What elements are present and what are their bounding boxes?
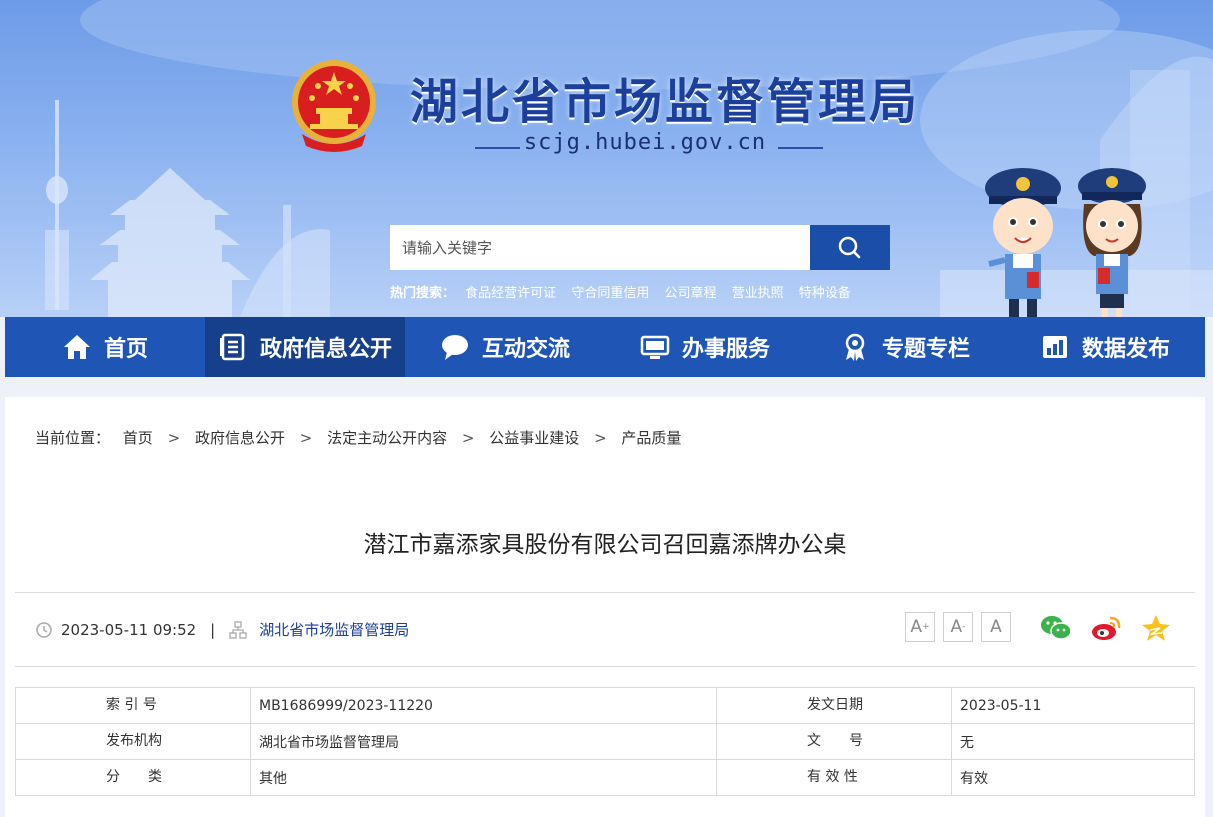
font-decrease-button[interactable]: A- — [943, 612, 973, 642]
info-value: 无 — [951, 723, 1195, 760]
hot-search-link[interactable]: 特种设备 — [799, 286, 851, 301]
bar-chart-icon — [1042, 336, 1067, 358]
nav-item-services[interactable]: 办事服务 — [605, 317, 805, 377]
main-nav: 首页 政府信息公开 互动交流 办事服务 专题专栏 数据发布 — [5, 317, 1205, 377]
font-decrease-sup: - — [962, 622, 966, 632]
publish-datetime: 2023-05-11 09:52 — [61, 620, 197, 639]
nav-item-gov-info[interactable]: 政府信息公开 — [205, 317, 405, 377]
font-increase-sup: + — [922, 622, 930, 632]
info-label: 有 效 性 — [716, 759, 952, 796]
breadcrumb-link[interactable]: 法定主动公开内容 — [327, 429, 447, 447]
info-label: 索 引 号 — [15, 687, 251, 724]
divider — [15, 592, 1195, 593]
search-button[interactable] — [810, 225, 890, 270]
info-value: 有效 — [951, 759, 1195, 796]
nav-item-label: 互动交流 — [481, 337, 570, 362]
hot-search-label: 热门搜索： — [390, 286, 456, 301]
weibo-icon — [1092, 616, 1121, 640]
nav-item-topics[interactable]: 专题专栏 — [805, 317, 1005, 377]
meta-divider: | — [210, 620, 216, 639]
nav-item-home[interactable]: 首页 — [5, 317, 205, 377]
font-reset-label: A — [990, 617, 1002, 637]
qzone-icon — [1142, 615, 1170, 641]
share-qzone-button[interactable] — [1140, 613, 1172, 643]
hot-search-link[interactable]: 营业执照 — [732, 286, 784, 301]
hot-search-link[interactable]: 食品经营许可证 — [465, 286, 556, 301]
article-meta: 2023-05-11 09:52 | 湖北省市场监督管理局 — [35, 619, 409, 640]
hot-search-link[interactable]: 公司章程 — [664, 286, 716, 301]
breadcrumb-link[interactable]: 产品质量 — [621, 429, 681, 447]
document-icon — [219, 333, 245, 361]
hot-search-link[interactable]: 守合同重信用 — [571, 286, 649, 301]
share-weibo-button[interactable] — [1090, 613, 1122, 643]
header-banner: 湖北省市场监督管理局 scjg.hubei.gov.cn 热门搜索： 食品经营许… — [0, 0, 1213, 317]
article-card: 当前位置： 首页 > 政府信息公开 > 法定主动公开内容 > 公益事业建设 > … — [5, 397, 1205, 817]
font-decrease-label: A — [950, 617, 963, 637]
breadcrumb: 当前位置： 首页 > 政府信息公开 > 法定主动公开内容 > 公益事业建设 > … — [35, 427, 681, 448]
breadcrumb-link[interactable]: 政府信息公开 — [195, 429, 285, 447]
font-reset-button[interactable]: A — [981, 612, 1011, 642]
info-value: 2023-05-11 — [951, 687, 1195, 724]
table-row: 索 引 号 MB1686999/2023-11220 发文日期 2023-05-… — [15, 687, 1195, 724]
site-title: 湖北省市场监督管理局 — [410, 74, 921, 130]
article-title: 潜江市嘉添家具股份有限公司召回嘉添牌办公桌 — [363, 532, 847, 558]
info-label: 分 类 — [15, 759, 251, 796]
info-value: 湖北省市场监督管理局 — [250, 723, 717, 760]
breadcrumb-separator: > — [594, 429, 607, 447]
search-input[interactable] — [390, 225, 810, 270]
breadcrumb-separator: > — [167, 429, 181, 447]
clock-icon — [36, 621, 52, 638]
organization-icon — [229, 620, 247, 639]
table-row: 分 类 其他 有 效 性 有效 — [15, 759, 1195, 796]
publisher-name: 湖北省市场监督管理局 — [259, 621, 410, 639]
nav-item-label: 专题专栏 — [881, 337, 970, 362]
breadcrumb-separator: > — [461, 429, 475, 447]
award-icon — [845, 333, 865, 361]
font-increase-button[interactable]: A + — [905, 612, 935, 642]
breadcrumb-link[interactable]: 首页 — [123, 429, 153, 447]
hot-search: 热门搜索： 食品经营许可证 守合同重信用 公司章程 营业执照 特种设备 — [390, 282, 862, 301]
national-emblem-icon — [292, 60, 376, 152]
home-icon — [63, 335, 90, 359]
chat-bubble-icon — [441, 335, 468, 360]
share-wechat-button[interactable] — [1040, 613, 1072, 643]
divider — [15, 666, 1195, 667]
table-row: 发布机构 湖北省市场监督管理局 文 号 无 — [15, 723, 1195, 760]
info-label: 发文日期 — [716, 687, 952, 724]
info-value: MB1686999/2023-11220 — [250, 687, 717, 724]
mascot-officers-illustration — [985, 168, 1146, 317]
info-label: 发布机构 — [15, 723, 251, 760]
document-info-table: 索 引 号 MB1686999/2023-11220 发文日期 2023-05-… — [15, 687, 1195, 796]
breadcrumb-label: 当前位置： — [35, 429, 111, 447]
nav-item-data[interactable]: 数据发布 — [1005, 317, 1205, 377]
search-icon — [838, 236, 861, 259]
monitor-icon — [640, 335, 670, 359]
nav-item-label: 数据发布 — [1081, 337, 1170, 362]
site-url: scjg.hubei.gov.cn — [523, 130, 767, 155]
share-bar — [1040, 613, 1172, 643]
font-size-controls: A + A- A — [905, 612, 1011, 642]
url-divider-right — [778, 147, 823, 149]
info-value: 其他 — [250, 759, 717, 796]
font-increase-label: A — [910, 617, 923, 637]
nav-item-label: 首页 — [103, 337, 148, 362]
nav-item-label: 政府信息公开 — [259, 337, 392, 362]
breadcrumb-separator: > — [299, 429, 313, 447]
nav-item-interaction[interactable]: 互动交流 — [405, 317, 605, 377]
wechat-icon — [1041, 616, 1072, 640]
info-label: 文 号 — [716, 723, 952, 760]
nav-item-label: 办事服务 — [681, 337, 770, 362]
breadcrumb-link[interactable]: 公益事业建设 — [489, 429, 579, 447]
